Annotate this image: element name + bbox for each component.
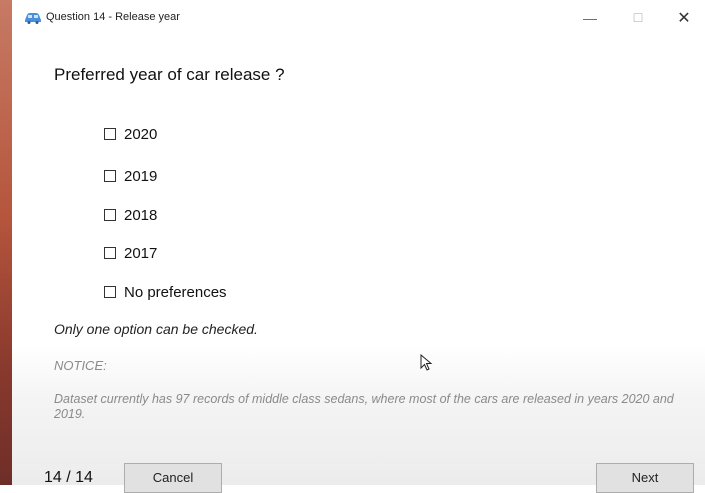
question-text: Preferred year of car release ? xyxy=(54,65,285,84)
option-label: 2019 xyxy=(124,167,158,185)
selection-hint: Only one option can be checked. xyxy=(54,321,258,337)
option-label: 2018 xyxy=(124,206,158,224)
checkbox-2019[interactable] xyxy=(104,170,116,182)
option-2017[interactable]: 2017 xyxy=(104,243,157,263)
option-label: No preferences xyxy=(124,283,227,301)
maximize-button[interactable]: ☐ xyxy=(618,6,658,30)
checkbox-2017[interactable] xyxy=(104,247,116,259)
title-bar[interactable]: Question 14 - Release year — ☐ ✕ xyxy=(12,0,705,34)
checkbox-2020[interactable] xyxy=(104,128,116,140)
checkbox-no-preferences[interactable] xyxy=(104,286,116,298)
desktop-background-edge xyxy=(0,0,12,485)
car-app-icon xyxy=(25,13,41,24)
option-label: 2020 xyxy=(124,125,158,143)
cancel-button[interactable]: Cancel xyxy=(124,463,222,493)
checkbox-2018[interactable] xyxy=(104,209,116,221)
question-progress: 14 / 14 xyxy=(44,469,93,486)
option-no-preferences[interactable]: No preferences xyxy=(104,282,227,302)
option-label: 2017 xyxy=(124,244,158,262)
option-2019[interactable]: 2019 xyxy=(104,166,157,186)
option-2020[interactable]: 2020 xyxy=(104,124,157,144)
mouse-cursor-icon xyxy=(420,354,433,371)
option-2018[interactable]: 2018 xyxy=(104,205,157,225)
next-button[interactable]: Next xyxy=(596,463,694,493)
window-title: Question 14 - Release year xyxy=(46,11,180,23)
notice-label: NOTICE: xyxy=(54,358,107,373)
notice-body: Dataset currently has 97 records of midd… xyxy=(54,392,674,421)
minimize-button[interactable]: — xyxy=(570,6,610,30)
dialog-window: Question 14 - Release year — ☐ ✕ Preferr… xyxy=(12,0,705,493)
close-button[interactable]: ✕ xyxy=(664,6,704,30)
